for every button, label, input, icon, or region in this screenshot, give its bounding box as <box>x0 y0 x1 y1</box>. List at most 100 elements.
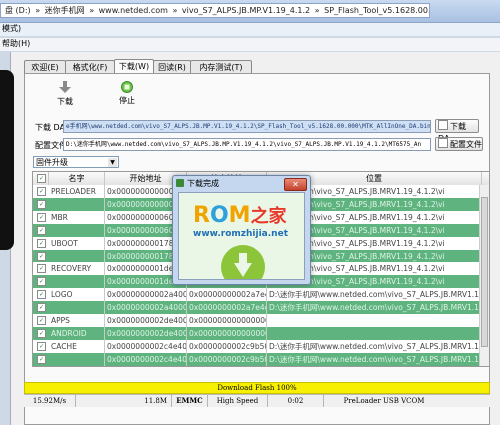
phone-image <box>0 70 14 250</box>
cell-name: LOGO <box>49 288 105 302</box>
cell-start: 0x0000000002de4000 <box>107 326 187 340</box>
cell-name: APPS <box>49 314 105 327</box>
scatter-file-field[interactable]: D:\迷你手机网\www.netded.com\vivo_S7_ALPS.JB.… <box>63 138 431 151</box>
breadcrumb-separator: » <box>172 6 178 15</box>
cell-end: 0x0000000002c9b5087 <box>187 352 267 366</box>
address-breadcrumb[interactable]: 盘 (D:) » 迷你手机网 » www.netded.com » vivo_S… <box>0 3 430 18</box>
stop-button-label: 停止 <box>119 96 135 105</box>
watermark-logo: ROM之家 <box>193 203 287 228</box>
cell-end: 0x0000000000000000 <box>189 314 267 327</box>
cell-start: 0x0000000002a40000 <box>107 301 187 315</box>
download-agent-field[interactable]: e手机网\www.netded.com\vivo_S7_ALPS.JB.MP.V… <box>63 120 431 133</box>
watermark-url: www.romzhijia.net <box>193 229 288 239</box>
cell-start: 0x00000000002a40000 <box>105 288 187 302</box>
scrollbar-thumb[interactable] <box>481 197 488 347</box>
dialog-title: 下载完成 <box>187 179 219 188</box>
cell-loc: D:\迷你手机网\www.netded.com\vivo_S7_ALPS.JB.… <box>267 301 481 315</box>
menu-bar: 帮助(H) <box>0 38 500 51</box>
cell-name: UBOOT <box>49 236 105 250</box>
cell-name <box>49 301 105 315</box>
cell-end: 0x0000000000000000 <box>189 326 267 340</box>
cell-name <box>49 352 105 366</box>
row-checkbox-icon[interactable]: ✓ <box>37 341 46 351</box>
cell-loc <box>267 314 481 327</box>
folder-icon <box>438 138 448 148</box>
cell-loc: D:\迷你手机网\www.netded.com\vivo_S7_ALPS.JB.… <box>267 339 481 353</box>
app-icon <box>176 179 184 187</box>
row-checkbox-icon[interactable]: ✓ <box>37 316 46 325</box>
breadcrumb-segment[interactable]: 迷你手机网 <box>45 6 85 15</box>
progress-text: Download Flash 100% <box>217 384 297 392</box>
table-row[interactable]: ✓ APPS 0x0000000002de4000 0x000000000000000… <box>33 314 481 327</box>
table-row[interactable]: ✓ 0x0000000002a40000 0x0000000002a7e4c9 D:\… <box>33 301 481 315</box>
breadcrumb-segment[interactable]: SP_Flash_Tool_v5.1628.00.000 <box>324 6 429 15</box>
download-button-label: 下载 <box>57 97 73 106</box>
tab-format[interactable]: 格式化(F) <box>65 60 115 74</box>
progress-bar: Download Flash 100% <box>24 382 490 394</box>
row-checkbox-icon[interactable]: ✓ <box>37 212 46 222</box>
breadcrumb-segment[interactable]: www.netded.com <box>99 6 168 15</box>
menu-help[interactable]: 帮助(H) <box>2 39 30 48</box>
table-row[interactable]: ✓ 0x0000000002c4e40000x0000000002c9b5087D… <box>33 352 481 366</box>
folder-icon <box>438 120 448 130</box>
cell-end: 0x0000000002c9b5087 <box>187 339 267 353</box>
table-row[interactable]: ✓LOGO0x00000000002a400000x00000000002a7e… <box>33 288 481 302</box>
stop-button[interactable]: 停止 <box>115 81 139 106</box>
table-row[interactable]: ✓CACHE0x0000000002c4e40000x0000000002c9b… <box>33 339 481 353</box>
column-header-name[interactable]: 名字 <box>49 172 105 185</box>
row-checkbox-icon[interactable]: ✓ <box>37 238 46 248</box>
row-checkbox-icon[interactable]: ✓ <box>37 225 46 235</box>
breadcrumb-separator: » <box>35 6 41 15</box>
row-checkbox-icon[interactable]: ✓ <box>37 277 46 287</box>
status-storage: EMMC <box>172 395 208 407</box>
close-button[interactable]: ✕ <box>284 178 307 191</box>
breadcrumb-segment[interactable]: 盘 (D:) <box>5 6 31 15</box>
cell-end: 0x00000000002a7e4c9 <box>187 288 267 302</box>
row-checkbox-icon[interactable]: ✓ <box>37 251 46 261</box>
app-title: 模式) <box>0 23 500 36</box>
close-icon: ✕ <box>292 180 299 189</box>
status-usb-speed: High Speed <box>208 395 268 407</box>
header-checkbox[interactable]: ✓ <box>33 172 49 185</box>
tab-readback[interactable]: 回读(R) <box>153 60 191 74</box>
cell-end: 0x0000000002a7e4c9 <box>189 301 267 315</box>
cell-name: RECOVERY <box>49 262 105 276</box>
row-checkbox-icon[interactable]: ✓ <box>37 354 46 364</box>
row-checkbox-icon[interactable]: ✓ <box>37 303 46 313</box>
status-bar: 15.92M/s 11.8M EMMC High Speed 0:02 PreL… <box>24 394 490 407</box>
tab-welcome[interactable]: 欢迎(E) <box>24 60 66 74</box>
download-button[interactable]: 下载 <box>53 81 77 107</box>
status-speed: 15.92M/s <box>24 395 76 407</box>
cell-name <box>49 223 105 237</box>
row-checkbox-icon[interactable]: ✓ <box>37 187 46 196</box>
tab-memory-test[interactable]: 内存测试(T) <box>190 60 252 74</box>
cell-name <box>49 249 105 263</box>
cell-loc: D:\迷你手机网\www.netded.com\vivo_S7_ALPS.JB.… <box>267 288 481 302</box>
status-time: 0:02 <box>268 395 324 407</box>
row-checkbox-icon[interactable]: ✓ <box>37 264 46 274</box>
cell-start: 0x0000000002c4e4000 <box>107 339 187 353</box>
window-titlebar: 盘 (D:) » 迷你手机网 » www.netded.com » vivo_S… <box>0 0 500 23</box>
cell-start: 0x0000000002de4000 <box>107 314 187 327</box>
stop-icon <box>121 81 133 93</box>
checkbox-icon: ✓ <box>37 174 46 183</box>
row-checkbox-icon[interactable]: ✓ <box>37 290 46 300</box>
scatter-file-button[interactable]: 配置文件 <box>435 137 483 151</box>
success-check-icon <box>221 245 265 279</box>
row-checkbox-icon[interactable]: ✓ <box>37 328 46 338</box>
download-agent-button[interactable]: 下载 DA <box>435 119 479 143</box>
download-arrow-icon <box>59 81 71 93</box>
scatter-file-button-label: 配置文件 <box>450 140 482 149</box>
dialog-body: ROM之家 www.romzhijia.net <box>178 192 305 280</box>
table-scrollbar[interactable] <box>479 185 489 366</box>
row-checkbox-icon[interactable]: ✓ <box>37 199 46 209</box>
breadcrumb-segment[interactable]: vivo_S7_ALPS.JB.MP.V1.19_4.1.2 <box>182 6 310 15</box>
cell-loc <box>267 326 481 340</box>
download-mode-select[interactable]: 固件升级 ▼ <box>33 156 119 168</box>
status-port: PreLoader USB VCOM <box>343 397 425 405</box>
table-row[interactable]: ✓ ANDROID 0x0000000002de4000 0x000000000000… <box>33 326 481 340</box>
download-mode-value: 固件升级 <box>36 158 68 167</box>
cell-name: MBR <box>49 210 105 224</box>
cell-name: PRELOADER <box>49 185 105 198</box>
cell-name: CACHE <box>49 339 105 353</box>
